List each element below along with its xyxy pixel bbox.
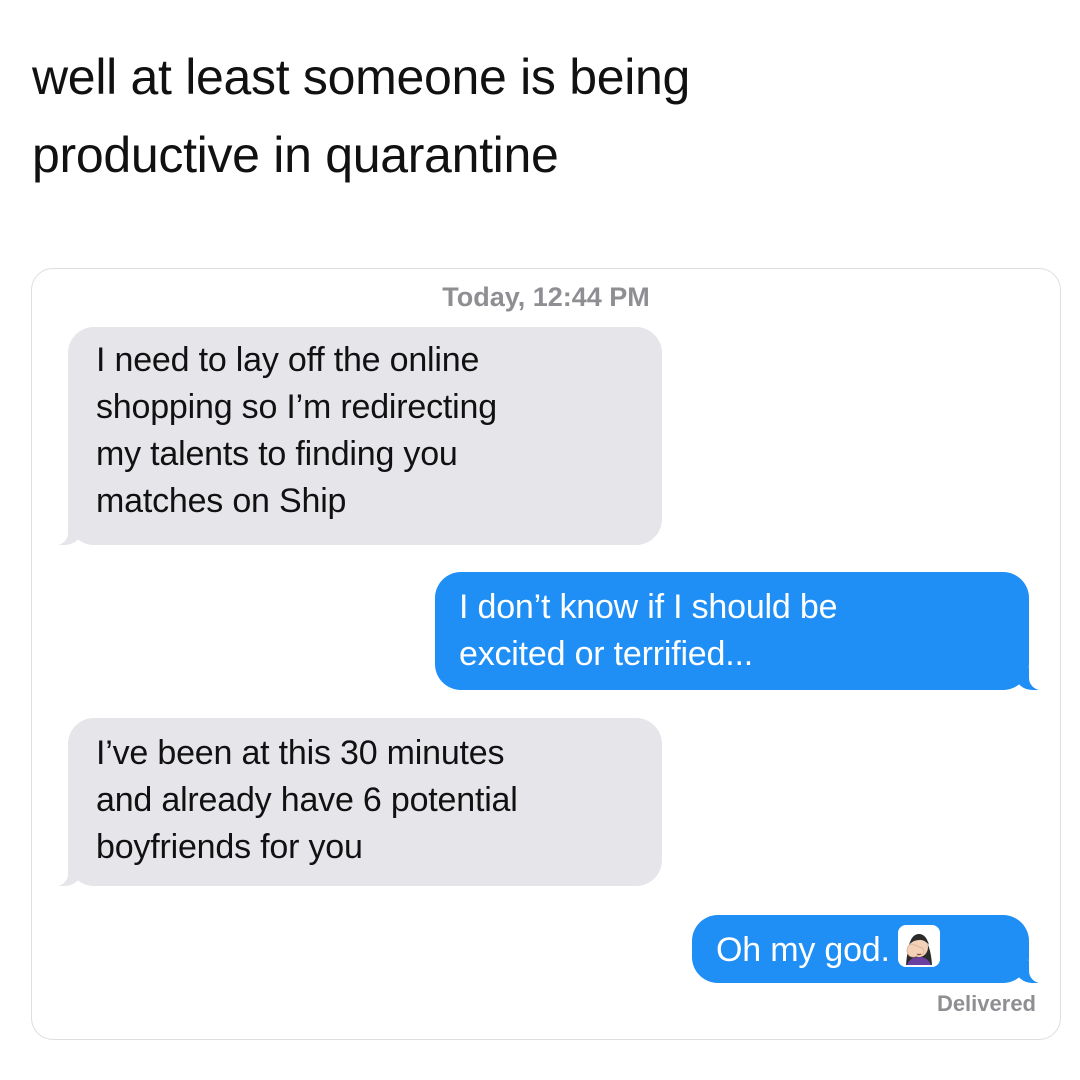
bubble-tail xyxy=(1016,666,1048,690)
incoming-message-bubble[interactable]: I need to lay off the online shopping so… xyxy=(49,327,662,545)
message-line: boyfriends for you xyxy=(96,828,363,866)
message-line: excited or terrified... xyxy=(459,635,753,673)
meme-caption: well at least someone is being productiv… xyxy=(32,38,1042,194)
message-line: and already have 6 potential xyxy=(96,781,518,819)
woman-facepalming-emoji-icon xyxy=(897,925,940,967)
message-line: I don’t know if I should be xyxy=(459,588,838,626)
bubble-tail xyxy=(49,862,81,886)
caption-line: well at least someone is being xyxy=(32,49,691,105)
message-line: shopping so I’m redirecting xyxy=(96,388,497,426)
bubble-tail xyxy=(49,521,81,545)
caption-line: productive in quarantine xyxy=(32,127,559,183)
message-line: Oh my god. xyxy=(716,925,1005,974)
message-line: my talents to finding you xyxy=(96,435,458,473)
bubble-tail xyxy=(1016,959,1048,983)
conversation-timestamp: Today, 12:44 PM xyxy=(442,282,650,312)
message-line: I need to lay off the online xyxy=(96,341,480,379)
message-line: matches on Ship xyxy=(96,482,347,520)
message-text: Oh my god. xyxy=(716,931,890,969)
outgoing-message-bubble[interactable]: I don’t know if I should be excited or t… xyxy=(435,572,1048,690)
incoming-message-bubble[interactable]: I’ve been at this 30 minutes and already… xyxy=(49,718,662,886)
message-line: I’ve been at this 30 minutes xyxy=(96,734,505,772)
outgoing-message-bubble[interactable]: Oh my god. xyxy=(692,915,1048,983)
message-thread-screenshot: Today, 12:44 PM I need to lay off the on… xyxy=(31,268,1061,1040)
delivery-status: Delivered xyxy=(936,991,1036,1016)
